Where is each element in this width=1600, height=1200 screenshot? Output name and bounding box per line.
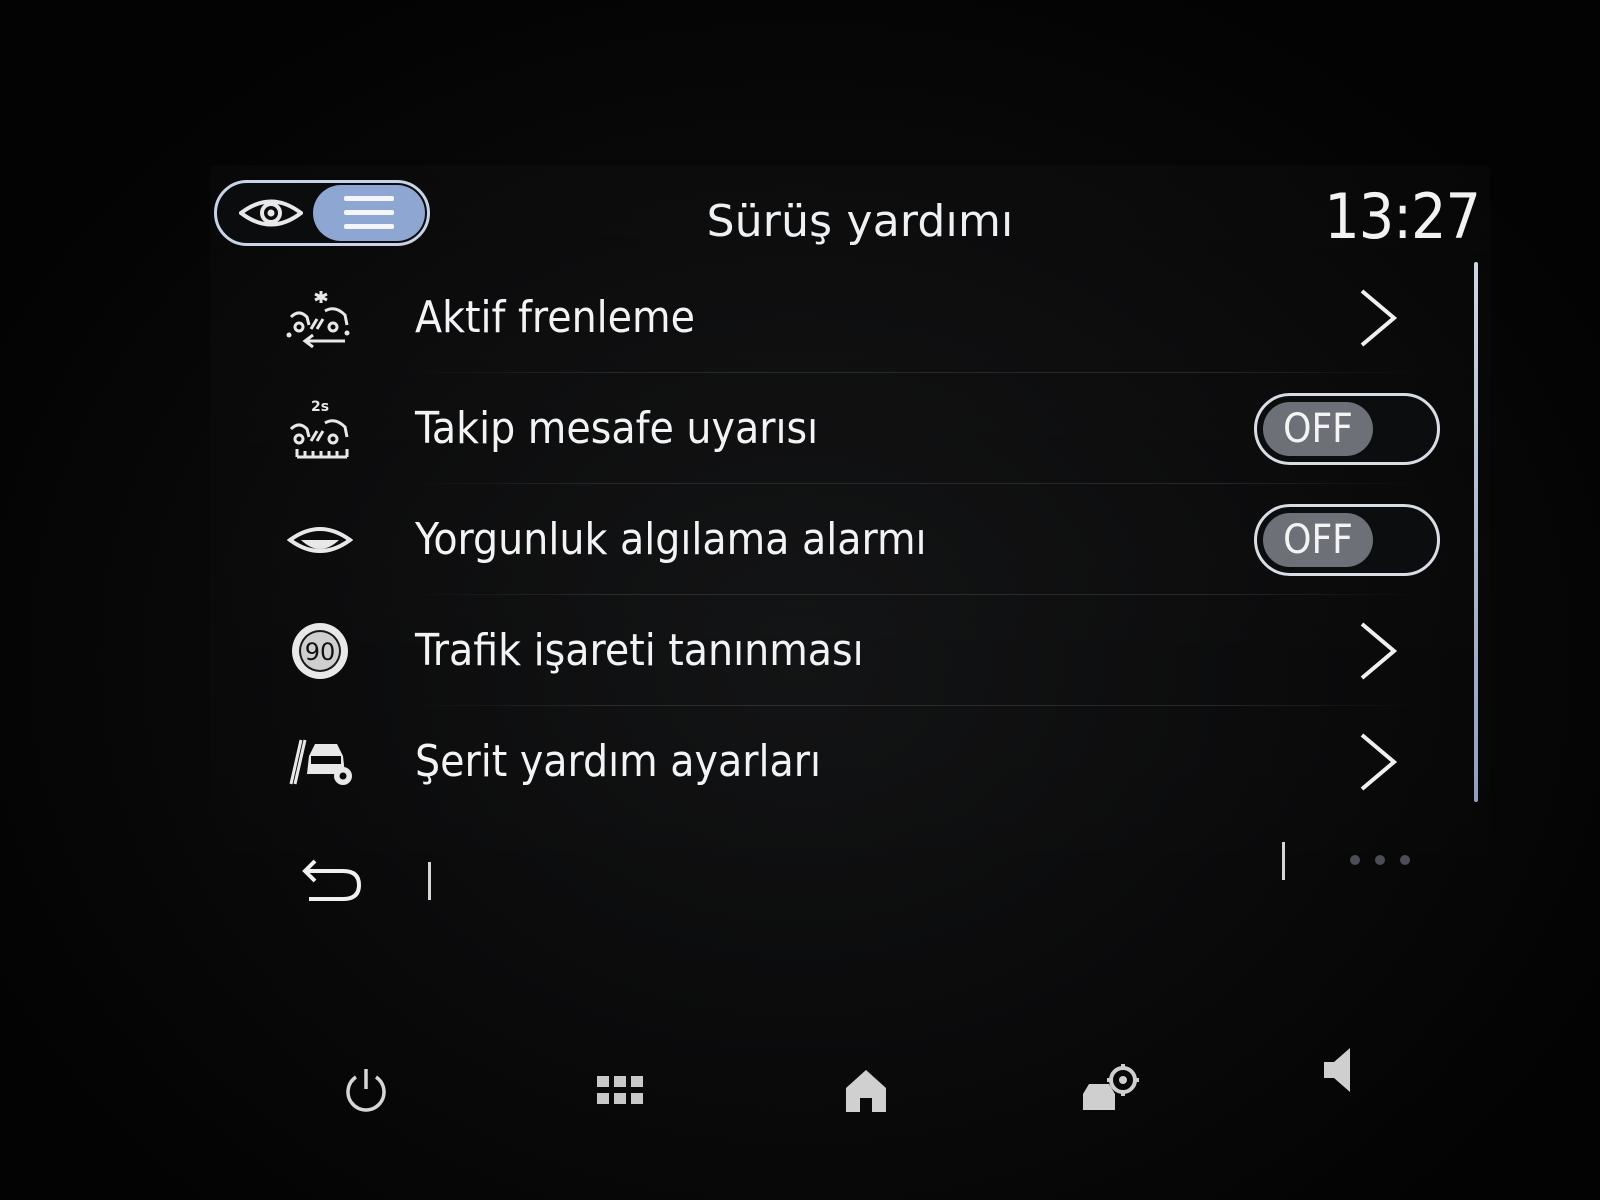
list-icon [344, 196, 394, 229]
back-button[interactable] [292, 848, 372, 908]
eye-icon [239, 199, 303, 227]
apps-grid-icon [597, 1076, 643, 1104]
speed-sign-value: 90 [305, 638, 336, 666]
page-title: Sürüş yardımı [706, 196, 1014, 247]
chevron-right-icon[interactable] [1348, 727, 1408, 797]
distance-warning-switch[interactable]: OFF [1254, 392, 1440, 465]
fatigue-alarm-switch[interactable]: OFF [1254, 503, 1440, 576]
more-button[interactable] [1350, 848, 1410, 872]
speed-sign-icon: 90 [270, 611, 370, 691]
list-view-button[interactable] [313, 185, 425, 241]
list-item-active-braking[interactable]: Aktif frenleme [270, 262, 1470, 373]
list-item-label: Trafik işareti tanınması [415, 625, 864, 676]
home-icon [846, 1070, 886, 1112]
switch-state: OFF [1263, 512, 1373, 567]
footer-separator [1282, 842, 1285, 880]
footer-separator [428, 862, 431, 900]
view-mode-toggle[interactable] [214, 180, 430, 246]
back-arrow-icon [302, 859, 362, 901]
apps-button[interactable] [580, 1050, 660, 1130]
power-icon [346, 1069, 386, 1112]
list-item-label: Şerit yardım ayarları [415, 736, 821, 787]
lane-assist-icon [270, 722, 370, 802]
volume-icon [1324, 1048, 1350, 1092]
list-item-lane-assist[interactable]: Şerit yardım ayarları [270, 706, 1470, 817]
distance-warning-icon: 2s [270, 389, 370, 469]
home-button[interactable] [826, 1050, 906, 1130]
settings-list: Aktif frenleme 2s Takip mesafe uyarısı O… [270, 262, 1470, 817]
switch-state: OFF [1263, 401, 1373, 456]
clock: 13:27 [1324, 180, 1481, 253]
list-item-fatigue-alarm[interactable]: Yorgunluk algılama alarmı OFF [270, 484, 1470, 595]
active-braking-icon [270, 278, 370, 358]
vehicle-settings-icon [1083, 1064, 1139, 1110]
power-button[interactable] [326, 1050, 406, 1130]
list-item-label: Yorgunluk algılama alarmı [415, 514, 927, 565]
list-item-label: Aktif frenleme [415, 292, 695, 343]
list-item-traffic-sign[interactable]: 90 Trafik işareti tanınması [270, 595, 1470, 706]
chevron-right-icon[interactable] [1348, 616, 1408, 686]
svg-text:2s: 2s [311, 399, 329, 415]
list-item-distance-warning[interactable]: 2s Takip mesafe uyarısı OFF [270, 373, 1470, 484]
more-dots-icon [1350, 855, 1360, 865]
chevron-right-icon[interactable] [1348, 283, 1408, 353]
scrollbar[interactable] [1474, 262, 1478, 802]
list-item-label: Takip mesafe uyarısı [415, 403, 819, 454]
eye-view-button[interactable] [227, 190, 315, 236]
fatigue-eye-icon [270, 500, 370, 580]
vehicle-settings-button[interactable] [1070, 1050, 1150, 1130]
volume-button[interactable] [1300, 1030, 1380, 1110]
